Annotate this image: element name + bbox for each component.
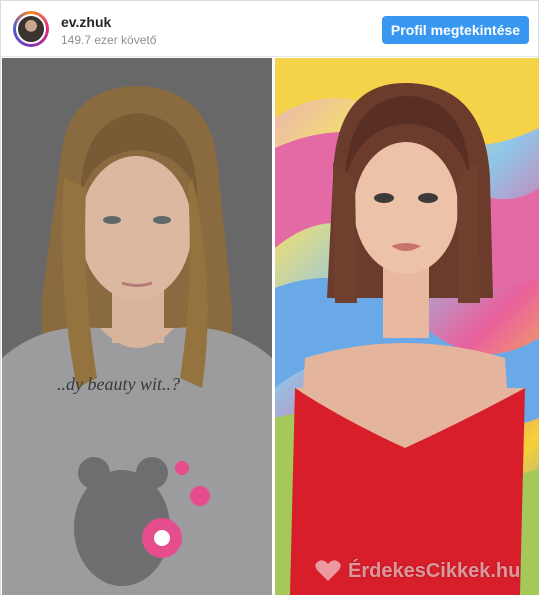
- view-profile-button[interactable]: Profil megtekintése: [382, 16, 529, 44]
- after-photo: [275, 58, 539, 595]
- post-header: ev.zhuk 149.7 ezer követő Profil megteki…: [1, 1, 538, 57]
- watermark: ÉrdekesCikkek.hu: [314, 556, 520, 586]
- avatar-ring[interactable]: [13, 11, 49, 47]
- before-illustration: ..dy beauty wit..?: [2, 58, 272, 595]
- post-image[interactable]: ..dy beauty wit..? ÉrdekesCikkek.hu: [2, 58, 539, 595]
- after-illustration: [275, 58, 539, 595]
- heart-logo-icon: [315, 560, 341, 581]
- shirt-print-text: ..dy beauty wit..?: [57, 374, 180, 394]
- follower-count: 149.7 ezer követő: [61, 33, 157, 47]
- watermark-text: ÉrdekesCikkek.hu: [348, 559, 521, 582]
- instagram-embed: ev.zhuk 149.7 ezer követő Profil megteki…: [0, 0, 539, 595]
- username-link[interactable]: ev.zhuk: [61, 14, 111, 30]
- before-photo: ..dy beauty wit..?: [2, 58, 272, 595]
- avatar[interactable]: [16, 14, 46, 44]
